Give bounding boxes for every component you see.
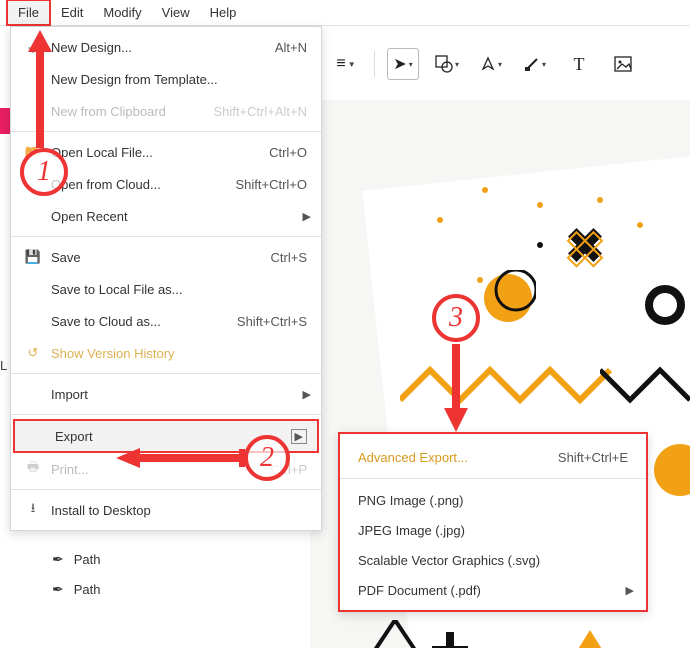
layer-label: Path bbox=[74, 552, 101, 567]
menu-open-local-shortcut: Ctrl+O bbox=[269, 145, 307, 160]
layer-row-path[interactable]: ✒ Path bbox=[14, 574, 100, 604]
export-svg[interactable]: Scalable Vector Graphics (.svg) bbox=[340, 545, 646, 575]
menu-view[interactable]: View bbox=[152, 1, 200, 24]
layer-label: Path bbox=[74, 582, 101, 597]
deco-dots bbox=[390, 170, 690, 370]
print-icon: 🖶 bbox=[23, 458, 43, 480]
layers-tab-cut: L bbox=[0, 358, 7, 373]
menu-open-cloud-shortcut: Shift+Ctrl+O bbox=[235, 177, 307, 192]
annotation-2: 2 bbox=[244, 435, 290, 481]
submenu-arrow-icon: ▶ bbox=[626, 584, 634, 597]
toolbar-divider bbox=[374, 51, 375, 77]
menu-new-design-shortcut: Alt+N bbox=[275, 40, 307, 55]
deco-orange-circle2 bbox=[650, 440, 690, 500]
deco-cross-icon bbox=[560, 220, 610, 270]
menu-save-shortcut: Ctrl+S bbox=[271, 250, 307, 265]
export-advanced-shortcut: Shift+Ctrl+E bbox=[558, 450, 628, 465]
menu-save[interactable]: 💾 Save Ctrl+S bbox=[11, 241, 321, 273]
history-icon: ↺ bbox=[23, 345, 43, 361]
submenu-arrow-icon: ▶ bbox=[303, 210, 311, 223]
annotation-1-number: 1 bbox=[37, 156, 51, 188]
save-icon: 💾 bbox=[23, 249, 43, 265]
menu-save-local-as[interactable]: Save to Local File as... bbox=[11, 273, 321, 305]
menu-open-recent[interactable]: Open Recent ▶ bbox=[11, 200, 321, 232]
export-png-label: PNG Image (.png) bbox=[358, 493, 628, 508]
annotation-2-number: 2 bbox=[260, 442, 274, 474]
deco-ring-icon bbox=[640, 280, 690, 330]
annotation-arrow-2 bbox=[112, 445, 252, 475]
menu-open-local-label: Open Local File... bbox=[51, 145, 269, 160]
menu-save-local-as-label: Save to Local File as... bbox=[51, 282, 307, 297]
submenu-sep bbox=[340, 478, 646, 479]
export-advanced[interactable]: Advanced Export... Shift+Ctrl+E bbox=[340, 442, 646, 472]
menu-version-history: ↺ Show Version History bbox=[11, 337, 321, 369]
deco-plus bbox=[430, 630, 470, 648]
menu-save-cloud-as-shortcut: Shift+Ctrl+S bbox=[237, 314, 307, 329]
menu-sep bbox=[11, 373, 321, 374]
selection-strip bbox=[0, 108, 10, 134]
tool-brush[interactable]: ▾ bbox=[519, 48, 551, 80]
menu-install-label: Install to Desktop bbox=[51, 503, 307, 518]
export-pdf-label: PDF Document (.pdf) bbox=[358, 583, 628, 598]
annotation-arrow-3 bbox=[442, 340, 482, 436]
tool-pen[interactable]: ▾ bbox=[475, 48, 507, 80]
menu-save-cloud-as-label: Save to Cloud as... bbox=[51, 314, 237, 329]
tool-image[interactable] bbox=[607, 48, 639, 80]
submenu-arrow-icon: ▶ bbox=[303, 388, 311, 401]
tool-move[interactable]: ➤▾ bbox=[387, 48, 419, 80]
export-jpeg-label: JPEG Image (.jpg) bbox=[358, 523, 628, 538]
tool-shape[interactable]: ▾ bbox=[431, 48, 463, 80]
download-icon: ⭳ bbox=[23, 499, 43, 521]
export-jpeg[interactable]: JPEG Image (.jpg) bbox=[340, 515, 646, 545]
menu-modify[interactable]: Modify bbox=[93, 1, 151, 24]
menu-save-label: Save bbox=[51, 250, 271, 265]
pen-icon: ✒ bbox=[52, 551, 64, 568]
menu-new-clipboard-label: New from Clipboard bbox=[51, 104, 213, 119]
menubar: File Edit Modify View Help bbox=[0, 0, 690, 26]
menu-open-recent-label: Open Recent bbox=[51, 209, 307, 224]
toolbar: ≡▼ ➤▾ ▾ ▾ ▾ T bbox=[330, 42, 639, 86]
menu-import[interactable]: Import ▶ bbox=[11, 378, 321, 410]
menu-file[interactable]: File bbox=[6, 0, 51, 26]
menu-edit[interactable]: Edit bbox=[51, 1, 93, 24]
export-pdf[interactable]: PDF Document (.pdf) ▶ bbox=[340, 575, 646, 605]
menu-help[interactable]: Help bbox=[200, 1, 247, 24]
menu-import-label: Import bbox=[51, 387, 307, 402]
deco-orange-triangle bbox=[565, 630, 615, 648]
deco-triangle bbox=[365, 620, 425, 648]
annotation-1: 1 bbox=[20, 148, 68, 196]
menu-version-history-label: Show Version History bbox=[51, 346, 307, 361]
tool-text[interactable]: T bbox=[563, 48, 595, 80]
export-png[interactable]: PNG Image (.png) bbox=[340, 485, 646, 515]
menu-new-template-label: New Design from Template... bbox=[51, 72, 307, 87]
export-svg-label: Scalable Vector Graphics (.svg) bbox=[358, 553, 628, 568]
deco-zigzag2 bbox=[600, 360, 690, 420]
submenu-arrow-icon: ▶ bbox=[291, 429, 307, 444]
menu-new-clipboard-shortcut: Shift+Ctrl+Alt+N bbox=[213, 104, 307, 119]
menu-save-cloud-as[interactable]: Save to Cloud as... Shift+Ctrl+S bbox=[11, 305, 321, 337]
layers-panel-partial: ✒ Path ✒ Path bbox=[14, 544, 100, 604]
annotation-arrow-1 bbox=[26, 28, 66, 158]
menu-open-cloud-label: Open from Cloud... bbox=[51, 177, 235, 192]
menu-sep bbox=[11, 489, 321, 490]
deco-orange-circle bbox=[480, 270, 536, 326]
annotation-3: 3 bbox=[432, 294, 480, 342]
export-submenu: Advanced Export... Shift+Ctrl+E PNG Imag… bbox=[338, 432, 648, 612]
menu-sep bbox=[11, 236, 321, 237]
pen-icon: ✒ bbox=[52, 581, 64, 598]
export-advanced-label: Advanced Export... bbox=[358, 450, 558, 465]
annotation-3-number: 3 bbox=[449, 302, 463, 334]
deco-zigzag1 bbox=[400, 360, 620, 420]
menu-sep bbox=[11, 414, 321, 415]
align-dropdown[interactable]: ≡▼ bbox=[330, 48, 362, 80]
menu-new-design-label: New Design... bbox=[51, 40, 275, 55]
menu-install-desktop[interactable]: ⭳ Install to Desktop bbox=[11, 494, 321, 526]
layer-row-path[interactable]: ✒ Path bbox=[14, 544, 100, 574]
